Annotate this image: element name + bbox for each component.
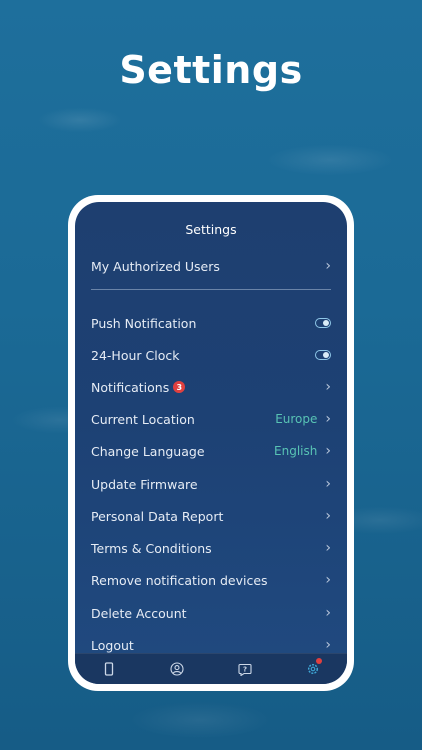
notifications-label: Notifications	[91, 379, 170, 395]
chevron-right-icon: ›	[325, 476, 331, 492]
notification-count-badge: 3	[173, 381, 186, 393]
gear-icon	[307, 663, 319, 675]
chevron-right-icon: ›	[325, 572, 331, 588]
chevron-right-icon: ›	[325, 258, 331, 274]
terms-conditions-label: Terms & Conditions	[91, 540, 212, 556]
user-profile-icon	[170, 662, 184, 676]
screen-title: Settings	[185, 222, 237, 237]
device-icon	[104, 662, 114, 676]
current-location-right: Europe ›	[275, 412, 331, 426]
tab-help[interactable]: ?	[225, 655, 265, 683]
toggle-knob	[323, 320, 329, 326]
update-firmware-label: Update Firmware	[91, 476, 198, 492]
change-language-value: English	[274, 444, 318, 458]
chevron-right-icon: ›	[325, 540, 331, 556]
change-language-label: Change Language	[91, 443, 205, 459]
chevron-right-icon: ›	[325, 443, 331, 459]
remove-notification-devices-label: Remove notification devices	[91, 572, 268, 588]
help-icon: ?	[238, 663, 252, 676]
tab-device[interactable]	[89, 655, 129, 683]
chevron-right-icon: ›	[325, 637, 331, 653]
hero-title: Settings	[119, 48, 303, 92]
tab-users[interactable]	[157, 655, 197, 683]
authorized-users-label: My Authorized Users	[91, 258, 220, 274]
tab-settings[interactable]	[293, 655, 333, 683]
chevron-right-icon: ›	[325, 379, 331, 395]
push-notification-label: Push Notification	[91, 315, 197, 331]
delete-account-label: Delete Account	[91, 605, 187, 621]
personal-data-report-label: Personal Data Report	[91, 508, 224, 524]
chevron-right-icon: ›	[325, 605, 331, 621]
chevron-right-icon: ›	[325, 508, 331, 524]
current-location-row[interactable]: Current Location Europe ›	[91, 405, 331, 433]
delete-account-row[interactable]: Delete Account ›	[91, 599, 331, 627]
clock-24h-row[interactable]: 24-Hour Clock	[91, 341, 331, 369]
authorized-users-row[interactable]: My Authorized Users ›	[91, 252, 331, 280]
update-firmware-row[interactable]: Update Firmware ›	[91, 470, 331, 498]
phone-frame: Settings My Authorized Users › Push Noti…	[68, 195, 354, 691]
logout-label: Logout	[91, 637, 134, 653]
push-notification-toggle[interactable]	[315, 318, 331, 328]
personal-data-report-row[interactable]: Personal Data Report ›	[91, 502, 331, 530]
notifications-label-group: Notifications 3	[91, 379, 186, 395]
svg-text:?: ?	[243, 666, 247, 674]
section-divider	[91, 289, 331, 290]
current-location-label: Current Location	[91, 411, 195, 427]
chevron-right-icon: ›	[325, 411, 331, 427]
settings-screen: Settings My Authorized Users › Push Noti…	[75, 202, 347, 684]
push-notification-row[interactable]: Push Notification	[91, 309, 331, 337]
terms-conditions-row[interactable]: Terms & Conditions ›	[91, 534, 331, 562]
current-location-value: Europe	[275, 412, 318, 426]
remove-notification-devices-row[interactable]: Remove notification devices ›	[91, 566, 331, 594]
clock-24h-toggle[interactable]	[315, 350, 331, 360]
clock-24h-label: 24-Hour Clock	[91, 347, 180, 363]
change-language-row[interactable]: Change Language English ›	[91, 437, 331, 465]
toggle-knob	[323, 352, 329, 358]
change-language-right: English ›	[274, 444, 331, 458]
notifications-row[interactable]: Notifications 3 ›	[91, 373, 331, 401]
bottom-tab-bar: ?	[75, 653, 347, 684]
settings-alert-dot	[316, 658, 322, 664]
